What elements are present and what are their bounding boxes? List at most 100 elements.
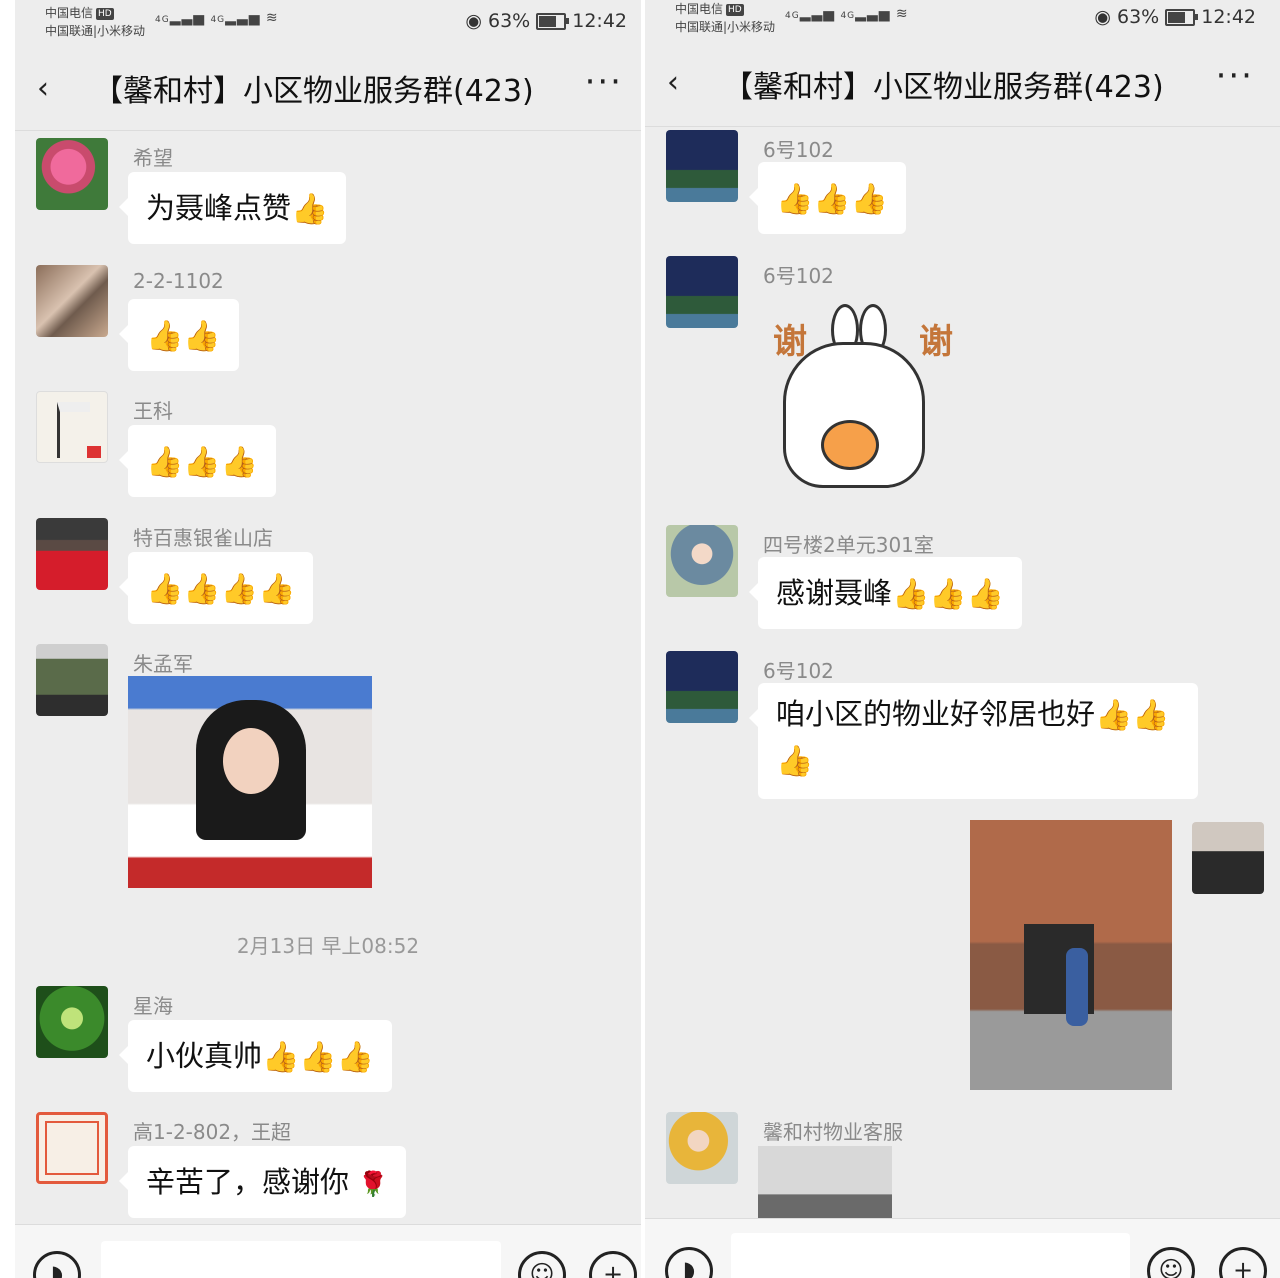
carrier-top: 中国电信 [45,6,94,20]
carrot-icon [821,420,879,470]
sender-name: 特百惠银雀山店 [133,526,273,550]
timestamp: 2月13日 早上08:52 [236,934,420,958]
thumbs-up-icon: 👍 [336,1040,375,1075]
message-bubble[interactable]: 👍👍👍 [748,162,907,234]
sender-name: 6号102 [763,659,834,683]
battery-percent: 63% [488,10,531,32]
avatar[interactable] [666,256,738,328]
hd-badge: HD [96,8,114,20]
chevron-left-icon[interactable]: ‹ [667,66,701,100]
carrier-info: 中国电信 HD 中国联通|小米移动 [45,4,145,40]
sender-name: 王科 [133,399,173,423]
input-bar: ◗ ☺ + [645,1218,1280,1278]
carrier-bottom: 中国联通|小米移动 [45,24,146,38]
sender-name: 馨和村物业客服 [763,1120,903,1144]
crane-icon [57,402,90,458]
avatar[interactable] [36,391,108,463]
eye-icon: ◉ [465,10,482,32]
message-bubble[interactable]: 小伙真帅👍👍👍 [118,1020,393,1092]
message-bubble[interactable]: 感谢聂峰👍👍👍 [748,557,1023,629]
battery-icon [536,12,570,30]
building-entrance-photo[interactable] [970,820,1172,1090]
message-bubble[interactable]: 为聂峰点赞👍 [118,172,347,244]
message-bubble[interactable]: 👍👍👍👍 [118,552,314,624]
thumbs-up-icon: 👍 [813,182,851,217]
chat-screen-right: 中国电信 HD 中国联通|小米移动 4G▂▃▅ 4G▂▃▅ ≋ ◉ 63% 12:… [645,0,1280,1278]
avatar[interactable] [36,986,108,1058]
signal-icons: 4G▂▃▅ 4G▂▃▅ ≋ [785,6,909,22]
sender-name: 6号102 [763,138,834,162]
avatar[interactable] [36,644,108,716]
thumbs-up-icon: 👍 [291,192,329,227]
chat-header: ‹ 【馨和村】小区物业服务群(423) ··· [15,52,641,131]
message-bubble[interactable]: 👍👍👍 [118,425,277,497]
more-dots-icon[interactable]: ··· [585,62,623,102]
wifi-icon: ≋ [265,10,279,26]
message-bubble[interactable]: 辛苦了，感谢你 🌹 [118,1146,407,1218]
battery-percent: 63% [1117,6,1160,28]
status-bar: 中国电信 HD 中国联通|小米移动 4G▂▃▅ 4G▂▃▅ ≋ ◉ 63% 12:… [645,0,1280,48]
clock: 12:42 [1201,6,1256,28]
thumbs-up-icon: 👍 [1095,698,1133,733]
sticker-text-right: 谢 [919,322,953,362]
sender-name: 四号楼2单元301室 [763,533,934,557]
thumbs-up-icon: 👍 [183,445,221,480]
sender-name: 6号102 [763,264,834,288]
sender-name: 朱孟军 [133,652,193,676]
plus-icon[interactable]: + [1219,1247,1267,1278]
thumbs-up-icon: 👍 [776,744,814,779]
voice-icon[interactable]: ◗ [33,1251,81,1278]
signal-icons: 4G▂▃▅ 4G▂▃▅ ≋ [155,10,279,26]
thumbs-up-icon: 👍 [146,572,184,607]
seal-mark [87,446,101,458]
more-dots-icon[interactable]: ··· [1216,56,1254,96]
carrier-bottom: 中国联通|小米移动 [675,20,776,34]
message-text: 小伙真帅 [146,1039,263,1073]
chat-title: 【馨和村】小区物业服务群(423) [723,70,1164,105]
avatar[interactable] [36,518,108,590]
message-bubble[interactable]: 咱小区的物业好邻居也好👍👍 👍 [749,683,1198,799]
message-text: 感谢聂峰 [776,576,893,610]
outdoor-photo[interactable] [758,1146,892,1226]
thumbs-up-icon: 👍 [892,577,930,612]
message-bubble[interactable]: 👍👍 [119,299,239,371]
status-right: ◉ 63% 12:42 [465,10,627,32]
thumbs-up-icon: 👍 [929,577,967,612]
avatar[interactable] [666,1112,738,1184]
chat-title: 【馨和村】小区物业服务群(423) [93,74,534,109]
thumbs-up-icon: 👍 [220,572,259,607]
message-input[interactable] [101,1241,501,1278]
avatar[interactable] [1192,822,1264,894]
battery-fill [539,15,556,27]
plus-icon[interactable]: + [589,1251,637,1278]
rabbit-thanks-sticker[interactable]: 谢 谢 [769,304,969,494]
thumbs-up-icon: 👍 [183,319,221,354]
emoji-icon[interactable]: ☺ [518,1251,566,1278]
rose-icon: 🌹 [358,1170,389,1198]
avatar[interactable] [666,130,738,202]
hd-badge: HD [726,4,744,16]
avatar[interactable] [36,1112,108,1184]
carrier-info: 中国电信 HD 中国联通|小米移动 [675,0,775,36]
thumbs-up-icon: 👍 [776,182,814,217]
thumbs-up-icon: 👍 [1132,698,1170,733]
chevron-left-icon[interactable]: ‹ [37,72,71,106]
sticker-text-left: 谢 [773,322,807,362]
person-face [223,728,279,794]
seal-icon [45,1121,99,1175]
voice-icon[interactable]: ◗ [665,1247,713,1278]
chat-screen-left: 中国电信 HD 中国联通|小米移动 4G▂▃▅ 4G▂▃▅ ≋ ◉ 63% 12:… [15,0,641,1278]
input-bar: ◗ ☺ + [15,1224,641,1278]
sender-name: 希望 [133,146,173,170]
sender-name: 星海 [133,994,173,1018]
avatar[interactable] [666,525,738,597]
avatar[interactable] [36,265,108,337]
status-right: ◉ 63% 12:42 [1094,6,1256,28]
emoji-icon[interactable]: ☺ [1147,1247,1195,1278]
avatar[interactable] [666,651,738,723]
message-input[interactable] [731,1233,1130,1278]
celebrity-thumbs-up-photo[interactable] [128,676,372,888]
avatar[interactable] [36,138,108,210]
thumbs-up-icon: 👍 [299,1040,337,1075]
thumbs-up-icon: 👍 [146,319,184,354]
